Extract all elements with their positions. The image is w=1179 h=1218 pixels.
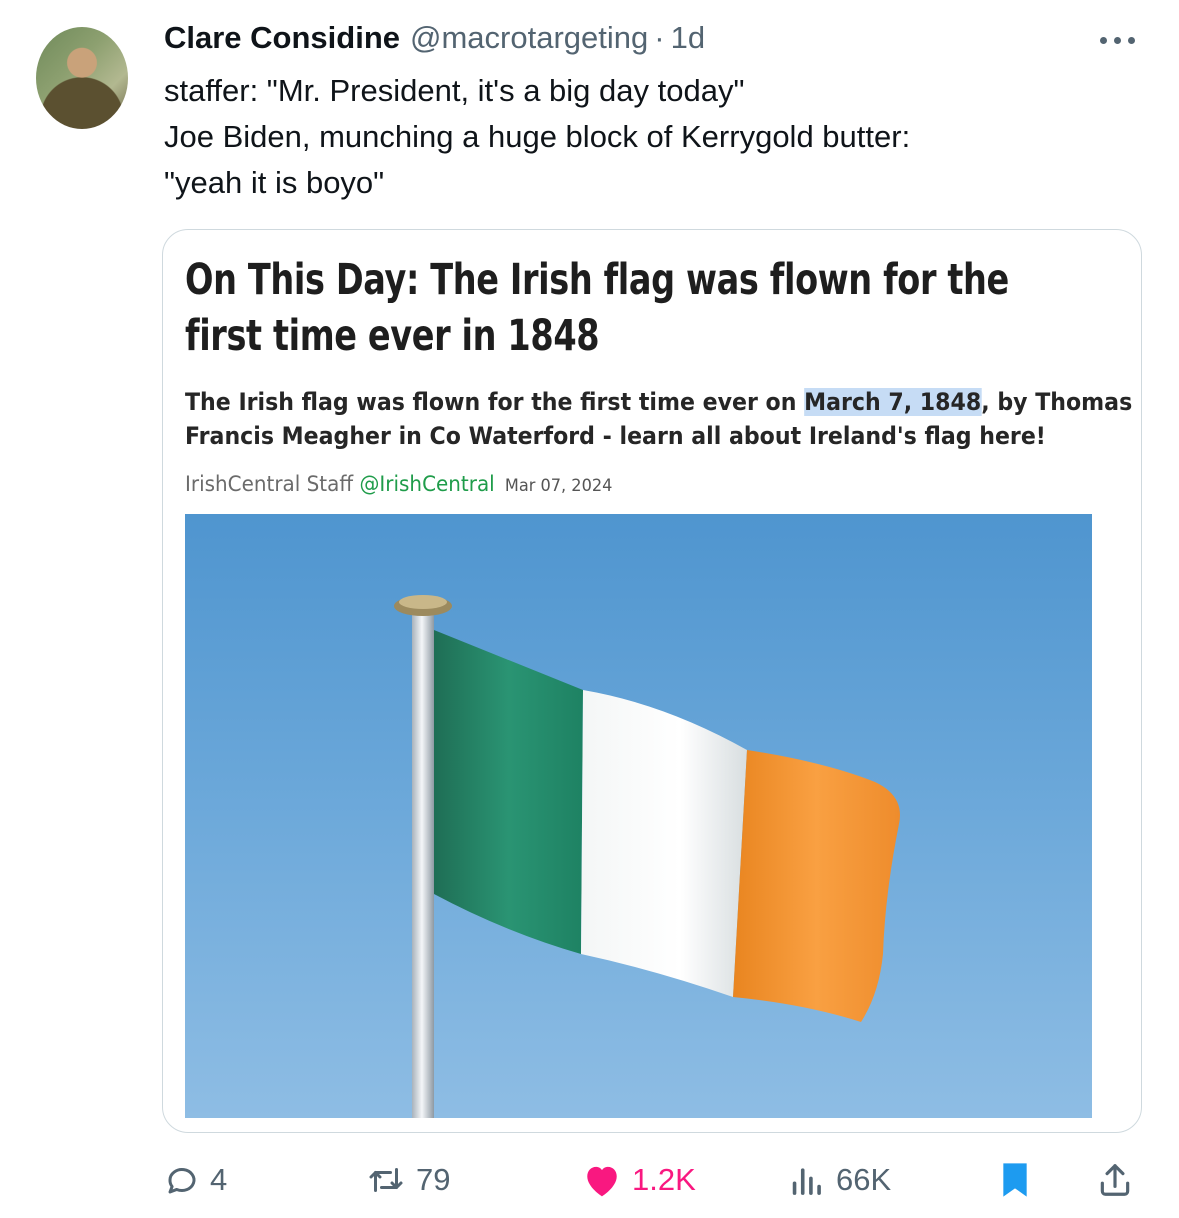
desc-text: , by Thomas <box>981 388 1133 416</box>
flag-orange-band <box>733 750 900 1022</box>
separator: · <box>654 20 665 55</box>
highlighted-date: March 7, 1848 <box>804 388 982 416</box>
flag-white-band <box>581 690 747 997</box>
irish-flag-photo <box>185 514 1092 1118</box>
flagpole <box>412 610 434 1118</box>
repost-button[interactable]: 79 <box>366 1150 450 1210</box>
tweet-text-line: staffer: "Mr. President, it's a big day … <box>164 73 745 108</box>
byline-date: Mar 07, 2024 <box>504 476 613 496</box>
share-button[interactable] <box>1096 1150 1134 1210</box>
author-handle[interactable]: @macrotargeting <box>410 20 648 56</box>
byline-handle: @IrishCentral <box>359 472 495 496</box>
flag-green-band <box>434 630 583 954</box>
like-icon <box>587 1166 617 1197</box>
article-title: On This Day: The Irish flag was flown fo… <box>185 252 1082 364</box>
tweet-text-line: "yeah it is boyo" <box>164 165 385 200</box>
author-name[interactable]: Clare Considine <box>164 20 400 56</box>
tweet-actions: 4 79 1.2K 66K <box>0 1150 1179 1210</box>
like-button[interactable]: 1.2K <box>582 1150 696 1210</box>
desc-text: Francis Meagher in Co Waterford - learn … <box>185 422 1046 450</box>
pole-finial-top <box>399 595 447 609</box>
embedded-image-card[interactable]: On This Day: The Irish flag was flown fo… <box>162 229 1142 1133</box>
repost-icon <box>369 1168 403 1192</box>
repost-count: 79 <box>416 1162 451 1197</box>
reply-button[interactable]: 4 <box>164 1150 227 1210</box>
avatar[interactable] <box>36 27 128 129</box>
views-icon <box>792 1168 821 1195</box>
views-count: 66K <box>836 1162 892 1197</box>
article-description: The Irish flag was flown for the first t… <box>185 385 1132 453</box>
timestamp[interactable]: 1d <box>671 20 705 56</box>
flag-illustration <box>394 595 900 1118</box>
reply-icon <box>168 1168 196 1194</box>
share-icon <box>1100 1164 1130 1196</box>
tweet-header: Clare Considine @macrotargeting · 1d <box>164 20 705 60</box>
more-icon[interactable] <box>1094 30 1140 50</box>
views-button[interactable]: 66K <box>786 1150 891 1210</box>
article-title-line: On This Day: The Irish flag was flown fo… <box>185 255 1009 305</box>
byline-author: IrishCentral Staff <box>185 472 354 496</box>
article-title-line: first time ever in 1848 <box>185 311 600 361</box>
desc-text: The Irish flag was flown for the first t… <box>185 388 805 416</box>
tweet-text-line: Joe Biden, munching a huge block of Kerr… <box>164 119 911 154</box>
tweet-text: staffer: "Mr. President, it's a big day … <box>164 68 1144 206</box>
article-byline: IrishCentral Staff @IrishCentral Mar 07,… <box>185 472 612 496</box>
like-count: 1.2K <box>632 1162 696 1197</box>
bookmark-icon <box>1003 1163 1027 1197</box>
reply-count: 4 <box>210 1162 228 1197</box>
bookmark-button[interactable] <box>998 1150 1032 1210</box>
